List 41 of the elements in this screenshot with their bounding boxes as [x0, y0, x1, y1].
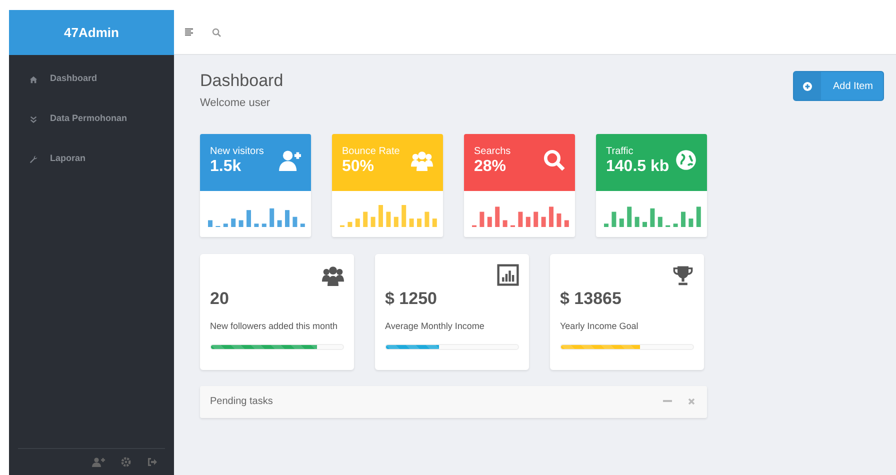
stat-value: 50% [342, 156, 376, 176]
summary-label: New followers added this month [210, 320, 339, 334]
bar-chart-icon [497, 264, 519, 286]
close-icon [688, 398, 695, 405]
plus-circle-icon [802, 82, 812, 90]
home-icon [29, 74, 38, 84]
menu-icon[interactable] [185, 28, 194, 36]
page-title: Dashboard [200, 71, 284, 92]
globe-icon [675, 148, 697, 171]
stat-label: New visitors [210, 146, 264, 157]
chevron-icon [29, 114, 38, 124]
sidebar-item[interactable]: Data Permohonan [9, 99, 174, 139]
panel-title: Pending tasks [210, 395, 273, 410]
stat-label: Searchs [474, 146, 511, 157]
summary-label: Average Monthly Income [385, 320, 486, 334]
stat-label: Bounce Rate [342, 146, 400, 157]
add-item-button[interactable]: Add Item [792, 71, 884, 101]
trophy-icon [672, 264, 694, 286]
brand-logo[interactable]: 47Admin [9, 10, 174, 55]
add-user-icon[interactable] [92, 457, 105, 467]
summary-value: 20 [210, 288, 230, 310]
summary-value: $ 1250 [385, 288, 438, 310]
sidebar-item[interactable]: Dashboard [9, 59, 174, 99]
search-icon [543, 148, 565, 171]
search-icon[interactable] [212, 28, 221, 36]
close-button[interactable] [688, 396, 695, 408]
summary-value: $ 13865 [560, 288, 622, 310]
stat-value: 1.5k [210, 156, 242, 176]
minus-icon [663, 400, 672, 402]
logout-icon[interactable] [147, 457, 157, 467]
stat-label: Traffic [606, 146, 634, 157]
users-icon [322, 264, 344, 286]
users-icon [411, 148, 433, 171]
stat-value: 140.5 kb [606, 156, 670, 176]
settings-icon[interactable] [121, 457, 131, 467]
add-user-icon [279, 148, 301, 171]
sidebar-item[interactable]: Laporan [9, 139, 174, 179]
stat-value: 28% [474, 156, 508, 176]
summary-label: Yearly Income Goal [560, 320, 640, 334]
wrench-icon [29, 154, 38, 164]
page-subtitle: Welcome user [200, 96, 272, 112]
